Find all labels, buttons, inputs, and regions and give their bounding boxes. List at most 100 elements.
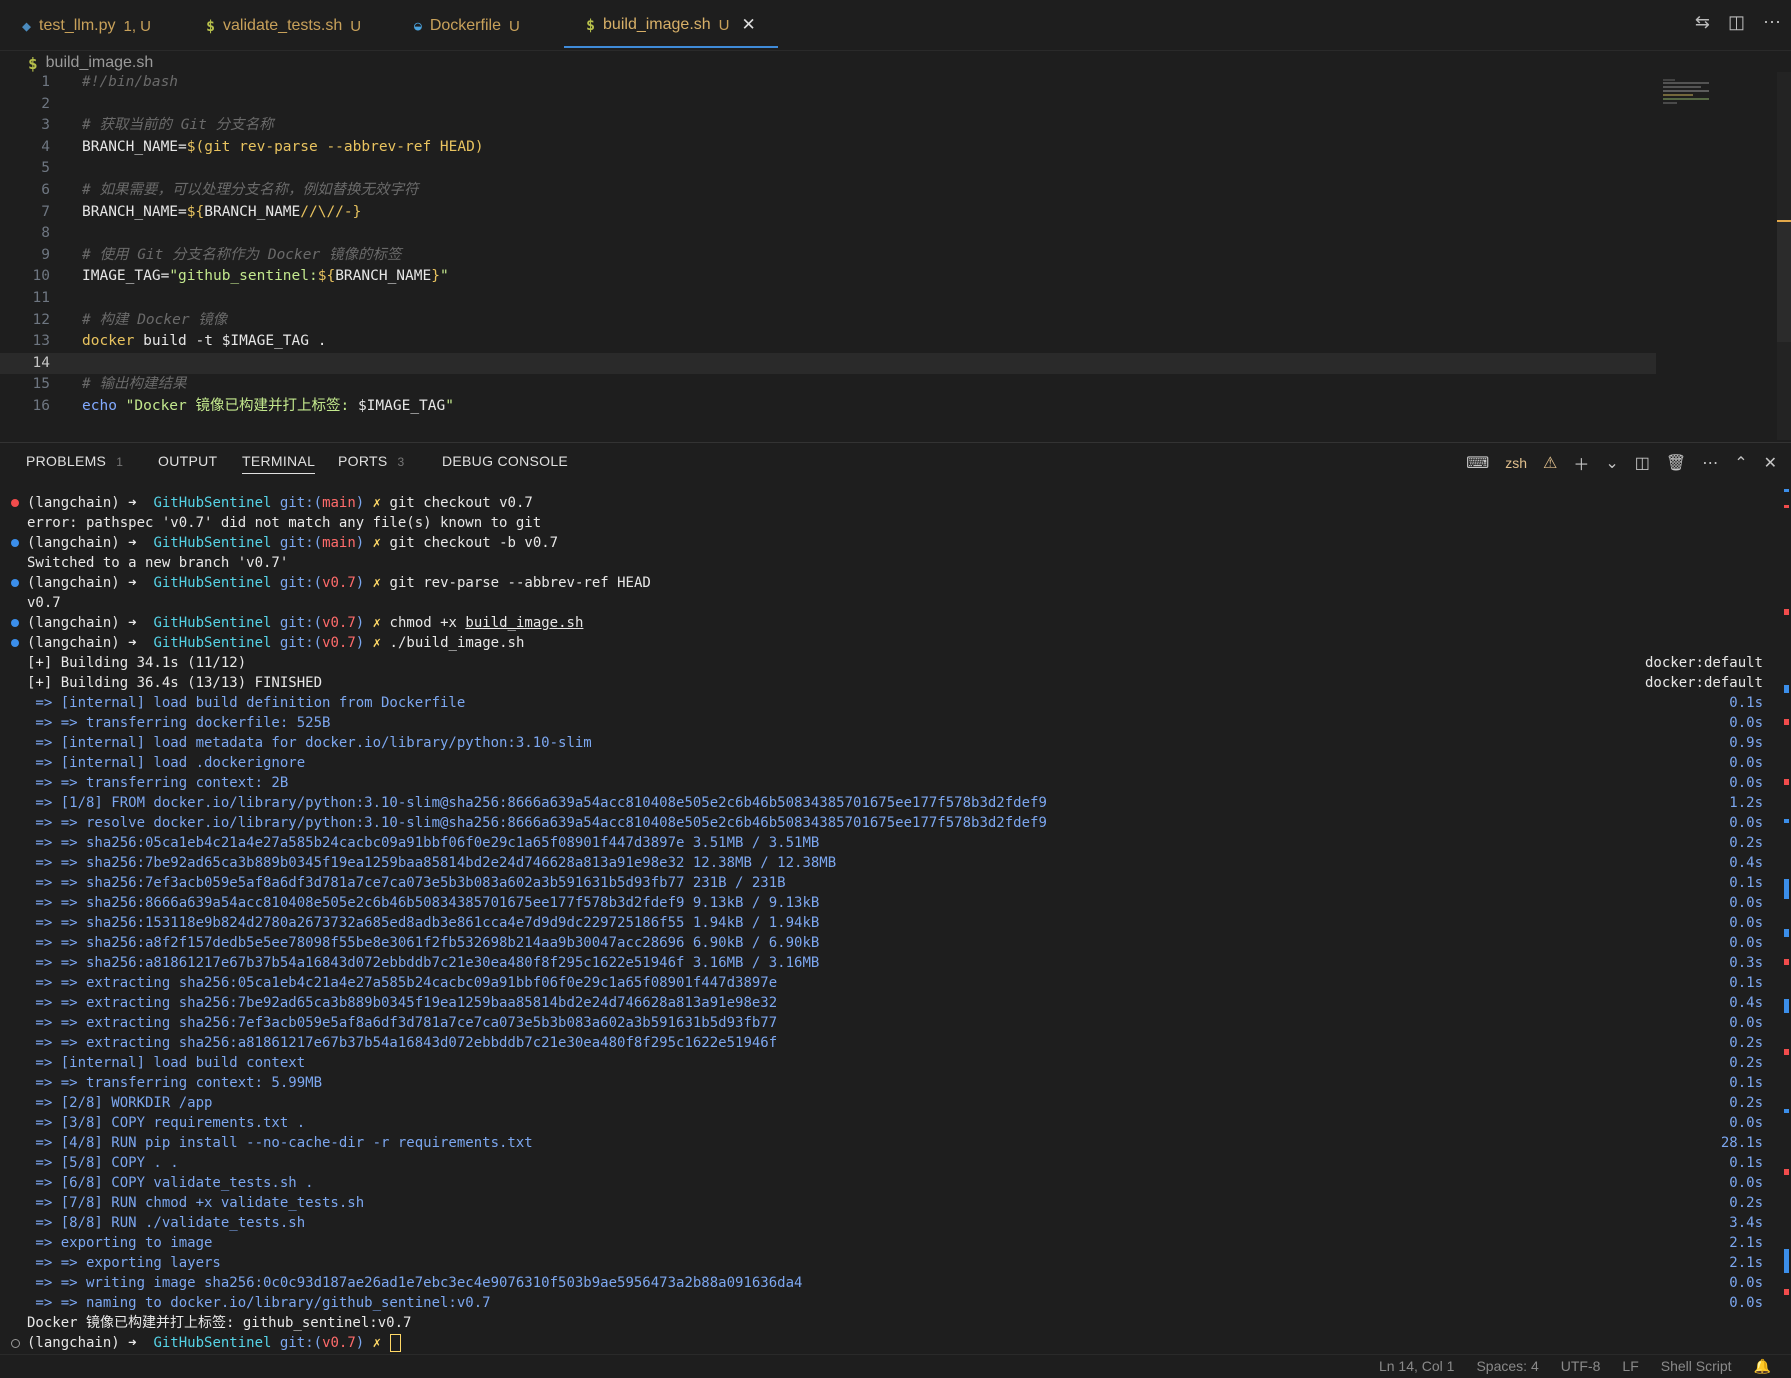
build-step-line: => [internal] load build definition from… [0,693,1791,713]
breadcrumb-file[interactable]: build_image.sh [46,54,154,72]
encoding[interactable]: UTF-8 [1561,1358,1601,1375]
terminal-command-line: (langchain) ➜ GitHubSentinel git:(v0.7) … [0,633,1791,653]
build-step-line: => [4/8] RUN pip install --no-cache-dir … [0,1133,1791,1153]
tab-problems[interactable]: PROBLEMS 1 [26,453,123,469]
build-step-duration: 0.4s [1729,855,1763,871]
build-step-duration: 0.0s [1729,715,1763,731]
code-editor[interactable]: 1 #!/bin/bash 2 3 # 获取当前的 Git 分支名称 4 BRANCH… [0,72,1791,440]
chevron-down-icon[interactable]: ⌄ [1605,453,1618,473]
tab-dockerfile[interactable]: ◒ Dockerfile U [392,4,542,48]
build-step-duration: 0.0s [1729,1275,1763,1291]
tab-label: Dockerfile [429,17,501,34]
cursor-position[interactable]: Ln 14, Col 1 [1379,1358,1455,1375]
split-editor-icon[interactable]: ◫ [1728,12,1745,33]
compare-icon[interactable]: ⇆ [1695,12,1710,33]
build-step-duration: 0.2s [1729,1035,1763,1051]
tab-output[interactable]: OUTPUT [158,453,217,469]
language-mode[interactable]: Shell Script [1661,1358,1732,1375]
editor-scrollbar[interactable] [1777,72,1791,440]
tab-status: U [350,17,362,35]
build-step-line: => [internal] load build context 0.2s [0,1053,1791,1073]
status-bar: Ln 14, Col 1 Spaces: 4 UTF-8 LF Shell Sc… [0,1354,1791,1378]
terminal-output[interactable]: (langchain) ➜ GitHubSentinel git:(main) … [0,493,1791,1353]
build-step-line: => => resolve docker.io/library/python:3… [0,813,1791,833]
build-step-text: => [8/8] RUN ./validate_tests.sh [27,1215,306,1231]
line-number: 8 [41,225,50,242]
build-step-text: => => sha256:05ca1eb4c21a4e27a585b24cacb… [27,835,820,851]
more-icon[interactable]: ⋯ [1702,453,1718,473]
build-step-text: => [2/8] WORKDIR /app [27,1095,213,1111]
line-number: 6 [41,181,50,198]
new-terminal-icon[interactable]: ＋ [1573,451,1589,475]
code-line: 6 # 如果需要，可以处理分支名称，例如替换无效字符 [0,180,1791,202]
line-ending[interactable]: LF [1622,1358,1638,1375]
line-number: 9 [41,246,50,263]
build-step-duration: 0.2s [1729,1195,1763,1211]
code-line: 1 #!/bin/bash [0,72,1791,94]
success-marker-icon [11,579,19,587]
build-step-line: => => extracting sha256:05ca1eb4c21a4e27… [0,973,1791,993]
build-step-line: => [internal] load .dockerignore 0.0s [0,753,1791,773]
build-step-line: => [3/8] COPY requirements.txt . 0.0s [0,1113,1791,1133]
build-step-line: => => extracting sha256:7ef3acb059e5af8a… [0,1013,1791,1033]
terminal-command-line: (langchain) ➜ GitHubSentinel git:(v0.7) … [0,613,1791,633]
build-step-text: => => resolve docker.io/library/python:3… [27,815,1047,831]
build-step-text: => [1/8] FROM docker.io/library/python:3… [27,795,1047,811]
build-step-text: => [3/8] COPY requirements.txt . [27,1115,306,1131]
tab-test-llm-py[interactable]: ◆ test_llm.py 1, U [0,4,173,48]
build-step-duration: 0.2s [1729,1095,1763,1111]
build-steps: => [internal] load build definition from… [0,693,1791,1313]
build-step-text: => => sha256:7ef3acb059e5af8a6df3d781a7c… [27,875,786,891]
tab-terminal[interactable]: TERMINAL [242,453,316,474]
build-step-text: => => extracting sha256:7be92ad65ca3b889… [27,995,778,1011]
build-step-text: => [4/8] RUN pip install --no-cache-dir … [27,1135,533,1151]
success-marker-icon [11,639,19,647]
success-marker-icon [11,539,19,547]
more-icon[interactable]: ⋯ [1763,12,1781,33]
code-line: 2 [0,94,1791,116]
tab-label: build_image.sh [603,16,711,33]
build-step-line: => => sha256:7be92ad65ca3b889b0345f19ea1… [0,853,1791,873]
build-step-duration: 0.1s [1729,1155,1763,1171]
build-step-line: => => sha256:8666a639a54acc810408e505e2c… [0,893,1791,913]
notifications-icon[interactable]: 🔔 [1754,1358,1771,1375]
warning-icon[interactable]: ⚠ [1543,453,1557,473]
split-terminal-icon[interactable]: ◫ [1635,453,1650,473]
tab-ports[interactable]: PORTS 3 [338,453,404,469]
build-step-line: => => sha256:a8f2f157dedb5e5ee78098f55be… [0,933,1791,953]
file-link[interactable]: build_image.sh [465,615,583,631]
tab-debug-console[interactable]: DEBUG CONSOLE [442,453,568,469]
indentation[interactable]: Spaces: 4 [1476,1358,1538,1375]
tab-validate-tests-sh[interactable]: $ validate_tests.sh U [184,4,383,48]
code-line: 10 IMAGE_TAG="github_sentinel:${BRANCH_NA… [0,266,1791,288]
shell-name[interactable]: zsh [1505,455,1527,471]
build-step-text: => [6/8] COPY validate_tests.sh . [27,1175,314,1191]
build-step-duration: 0.9s [1729,735,1763,751]
build-step-duration: 0.0s [1729,1015,1763,1031]
line-number: 2 [41,95,50,112]
editor-tab-bar: ◆ test_llm.py 1, U $ validate_tests.sh U… [0,0,1791,51]
build-step-text: => => extracting sha256:a81861217e67b37b… [27,1035,778,1051]
build-step-duration: 2.1s [1729,1255,1763,1271]
panel-tabs: PROBLEMS 1 OUTPUT TERMINAL PORTS 3 DEBUG C… [0,443,1791,483]
code-line: 16 echo "Docker 镜像已构建并打上标签: $IMAGE_TAG" [0,396,1791,418]
trash-icon[interactable]: 🗑 [1666,453,1686,473]
code-line: 9 # 使用 Git 分支名称作为 Docker 镜像的标签 [0,245,1791,267]
build-step-text: => => transferring dockerfile: 525B [27,715,331,731]
terminal-scrollbar[interactable] [1777,489,1791,1355]
line-number: 12 [32,311,50,328]
build-step-line: => => sha256:7ef3acb059e5af8a6df3d781a7c… [0,873,1791,893]
close-icon[interactable]: ✕ [742,15,756,35]
build-step-line: => => sha256:05ca1eb4c21a4e27a585b24cacb… [0,833,1791,853]
problems-count: 1 [116,455,124,469]
code-line: 8 [0,223,1791,245]
terminal-output-line: error: pathspec 'v0.7' did not match any… [27,515,542,531]
tab-build-image-sh[interactable]: $ build_image.sh U ✕ [564,4,778,48]
line-number: 10 [32,268,50,285]
terminal-icon: ⌨ [1466,455,1490,472]
minimap[interactable] [1663,78,1711,108]
build-step-duration: 0.1s [1729,1075,1763,1091]
maximize-panel-icon[interactable]: ⌃ [1734,453,1747,473]
success-marker-icon [11,619,19,627]
close-panel-icon[interactable]: ✕ [1764,453,1777,473]
